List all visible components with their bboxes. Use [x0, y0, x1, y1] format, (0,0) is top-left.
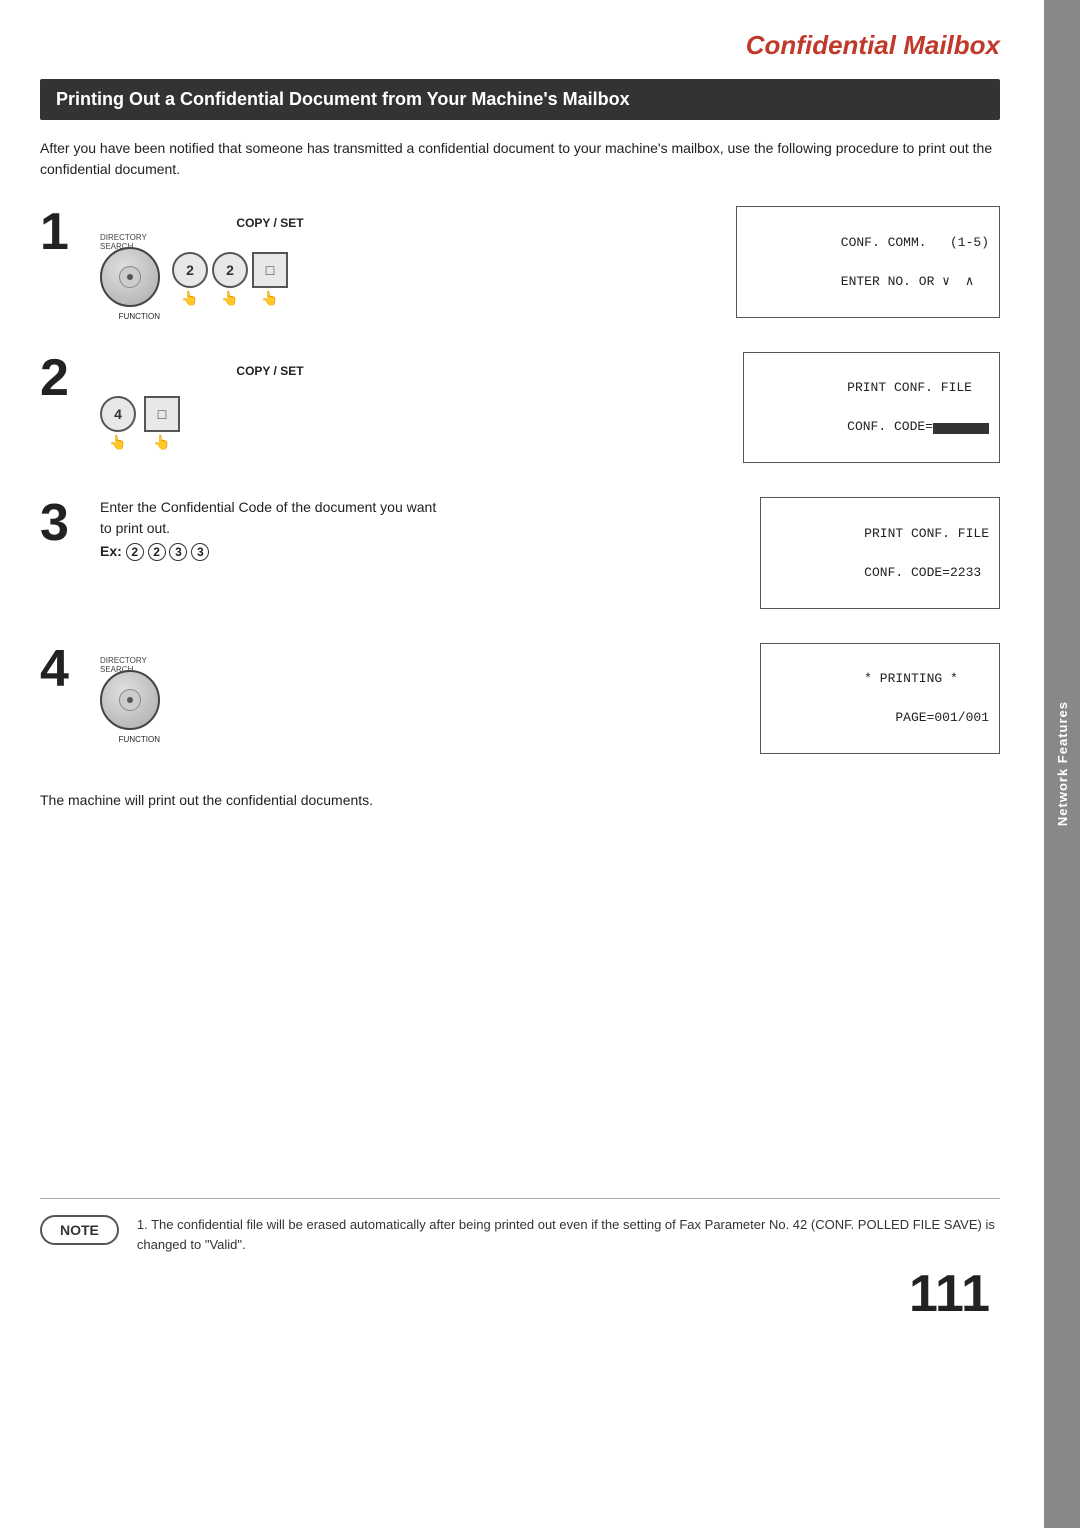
- step-1-key-2b: 2: [212, 252, 248, 288]
- step-2-number: 2: [40, 352, 100, 404]
- step-2-set-key: □: [144, 396, 180, 432]
- step-1-keys: DIRECTORYSEARCH FUNCTION 2: [100, 242, 288, 307]
- step-1-lcd: CONF. COMM. (1-5) ENTER NO. OR ∨ ∧: [736, 206, 1000, 318]
- step-4-dial-area: DIRECTORYSEARCH FUNCTION: [100, 666, 440, 730]
- step-2-keys-area: COPY / SET 4 👆 □ 👆: [100, 364, 440, 451]
- step-1-set-key: □: [252, 252, 288, 288]
- step-3: 3 Enter the Confidential Code of the doc…: [40, 493, 1000, 613]
- step-2-conf-code: CONF. CODE=: [847, 419, 989, 434]
- step-3-content: Enter the Confidential Code of the docum…: [100, 493, 1000, 613]
- step-2: 2 COPY / SET 4 👆: [40, 348, 1000, 468]
- step-1-key-2a: 2: [172, 252, 208, 288]
- step-1-dial: DIRECTORYSEARCH FUNCTION: [100, 247, 160, 307]
- step-4: 4 DIRECTORYSEARCH FUNCTION: [40, 639, 1000, 759]
- note-text: 1. The confidential file will be erased …: [137, 1215, 1000, 1254]
- note-badge: NOTE: [40, 1215, 119, 1245]
- step-2-content: COPY / SET 4 👆 □ 👆: [100, 348, 1000, 468]
- page-number: 111: [40, 1264, 1000, 1324]
- step-2-keys: 4 👆 □ 👆: [100, 386, 180, 451]
- step-3-display: PRINT CONF. FILE CONF. CODE=2233: [456, 497, 1000, 609]
- step-1-display: CONF. COMM. (1-5) ENTER NO. OR ∨ ∧: [456, 206, 1000, 318]
- steps-container: 1 COPY / SET DIRECTORYSEARCH FUNCTION: [40, 202, 1000, 768]
- side-tab: Network Features: [1044, 0, 1080, 1528]
- step-4-number: 4: [40, 643, 100, 695]
- step-4-dial: DIRECTORYSEARCH FUNCTION: [100, 670, 160, 730]
- separator: [40, 1198, 1000, 1199]
- step-4-content: DIRECTORYSEARCH FUNCTION * PRINTING * PA…: [100, 639, 1000, 759]
- intro-text: After you have been notified that someon…: [40, 138, 1000, 180]
- step-2-key-4: 4: [100, 396, 136, 432]
- step-1-copy-set-label: COPY / SET: [100, 216, 440, 230]
- step-3-lcd: PRINT CONF. FILE CONF. CODE=2233: [760, 497, 1000, 609]
- step-4-lcd: * PRINTING * PAGE=001/001: [760, 643, 1000, 755]
- page-title: Confidential Mailbox: [40, 30, 1000, 61]
- step-2-lcd: PRINT CONF. FILE CONF. CODE=: [743, 352, 1000, 464]
- step-3-text: Enter the Confidential Code of the docum…: [100, 497, 440, 539]
- step-1-number: 1: [40, 206, 100, 258]
- step-1-content: COPY / SET DIRECTORYSEARCH FUNCTION: [100, 202, 1000, 322]
- step-3-example: Ex: 2 2 3 3: [100, 543, 440, 561]
- step-2-display: PRINT CONF. FILE CONF. CODE=: [456, 352, 1000, 464]
- step-1-keys-area: COPY / SET DIRECTORYSEARCH FUNCTION: [100, 216, 440, 307]
- section-header: Printing Out a Confidential Document fro…: [40, 79, 1000, 120]
- step-3-text-area: Enter the Confidential Code of the docum…: [100, 497, 440, 561]
- step-3-number: 3: [40, 497, 100, 549]
- step-1: 1 COPY / SET DIRECTORYSEARCH FUNCTION: [40, 202, 1000, 322]
- step-2-copy-set-label: COPY / SET: [100, 364, 440, 378]
- step-4-display: * PRINTING * PAGE=001/001: [456, 643, 1000, 755]
- machine-text: The machine will print out the confident…: [40, 792, 1000, 808]
- note-section: NOTE 1. The confidential file will be er…: [40, 1215, 1000, 1254]
